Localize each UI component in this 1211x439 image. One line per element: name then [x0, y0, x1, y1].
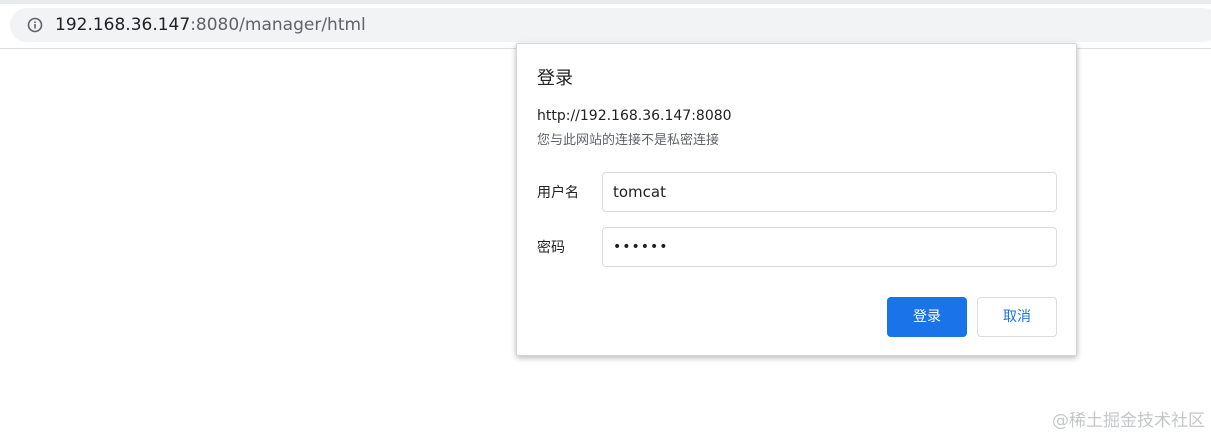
- insecure-warning: 您与此网站的连接不是私密连接: [537, 133, 720, 148]
- username-label: 用户名: [537, 185, 579, 201]
- password-field[interactable]: ••••••: [602, 227, 1057, 267]
- url-text[interactable]: 192.168.36.147:8080/manager/html: [55, 15, 366, 35]
- url-path: :8080/manager/html: [190, 15, 366, 35]
- password-label: 密码: [537, 240, 565, 256]
- url-host: 192.168.36.147: [55, 15, 191, 35]
- login-button[interactable]: 登录: [887, 297, 967, 337]
- cancel-button[interactable]: 取消: [977, 297, 1057, 337]
- browser-top-strip: [0, 0, 1211, 4]
- address-bar[interactable]: 192.168.36.147:8080/manager/html: [10, 8, 1211, 42]
- dialog-origin: http://192.168.36.147:8080: [537, 108, 732, 124]
- login-dialog: 登录 http://192.168.36.147:8080 您与此网站的连接不是…: [516, 43, 1077, 356]
- username-field[interactable]: tomcat: [602, 172, 1057, 212]
- info-icon[interactable]: [27, 17, 43, 33]
- dialog-title: 登录: [537, 68, 573, 89]
- watermark: @稀土掘金技术社区: [1052, 411, 1205, 431]
